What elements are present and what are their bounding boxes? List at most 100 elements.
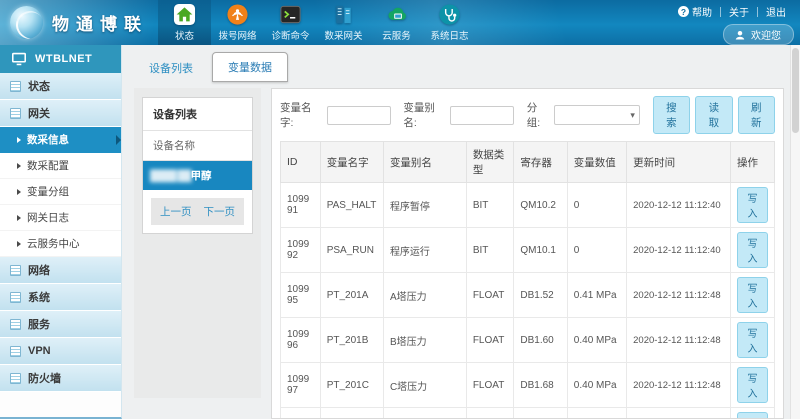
table-cell: 109998 — [281, 408, 321, 419]
monitor-icon — [11, 52, 27, 66]
sidebar-item-gateway[interactable]: 网关 — [0, 100, 121, 127]
table-cell: PT_201B — [320, 318, 383, 363]
device-name-header: 设备名称 — [143, 131, 252, 161]
sidebar-subitem-data-info[interactable]: 数采信息 — [0, 127, 121, 153]
scrollbar-thumb[interactable] — [792, 48, 799, 133]
nav-item-diagnostic-command[interactable]: 诊断命令 — [264, 0, 317, 45]
caret-right-icon — [17, 241, 21, 247]
table-cell-action: 写入 — [731, 408, 775, 419]
table-cell-action: 写入 — [731, 183, 775, 228]
nav-item-dial-network[interactable]: 拨号网络 — [211, 0, 264, 45]
write-button[interactable]: 写入 — [737, 187, 768, 223]
table-cell: 0.41 MPa — [567, 273, 626, 318]
table-cell: 0.40 MPa — [567, 408, 626, 419]
table-cell: 109997 — [281, 363, 321, 408]
table-cell: D塔压力 — [383, 408, 466, 419]
list-icon — [10, 319, 21, 330]
device-panel: 设备列表 设备名称 ████ ██甲醇 上一页 下一页 — [134, 88, 261, 398]
column-header-id: ID — [281, 142, 321, 183]
table-cell: PT_201C — [320, 363, 383, 408]
nav-item-data-gateway[interactable]: 数采网关 — [317, 0, 370, 45]
nav-item-cloud-service[interactable]: 云服务 — [370, 0, 423, 45]
table-cell: 2020-12-12 11:12:48 — [627, 318, 731, 363]
refresh-button[interactable]: 刷新 — [738, 96, 775, 134]
write-button[interactable]: 写入 — [737, 412, 768, 419]
table-cell: FLOAT — [466, 408, 514, 419]
table-row: 109995PT_201AA塔压力FLOATDB1.520.41 MPa2020… — [281, 273, 775, 318]
table-cell: FLOAT — [466, 363, 514, 408]
nav-label: 拨号网络 — [218, 28, 256, 42]
nav-label: 诊断命令 — [271, 28, 309, 42]
list-icon — [10, 81, 21, 92]
nav-label: 云服务 — [382, 28, 411, 42]
sidebar-item-firewall[interactable]: 防火墙 — [0, 365, 121, 392]
write-button[interactable]: 写入 — [737, 367, 768, 403]
device-name-redacted: ████ ██ — [150, 170, 191, 182]
table-cell: 程序暂停 — [383, 183, 466, 228]
logo: 物通博联 — [0, 0, 158, 45]
variable-alias-label: 变量别名: — [403, 100, 445, 130]
table-header-row: ID 变量名字 变量别名 数据类型 寄存器 变量数值 更新时间 操作 — [281, 142, 775, 183]
table-cell: PT_201D — [320, 408, 383, 419]
sidebar-item-service[interactable]: 服务 — [0, 311, 121, 338]
device-list-title: 设备列表 — [143, 98, 252, 131]
table-cell: PT_201A — [320, 273, 383, 318]
sidebar-item-network[interactable]: 网络 — [0, 257, 121, 284]
table-cell: 2020-12-12 11:12:48 — [627, 363, 731, 408]
variable-name-label: 变量名字: — [280, 100, 322, 130]
nav-item-status[interactable]: 状态 — [158, 0, 211, 45]
nav-label: 系统日志 — [430, 28, 468, 42]
gateway-icon — [331, 3, 356, 26]
write-button[interactable]: 写入 — [737, 277, 768, 313]
device-next-page-link[interactable]: 下一页 — [204, 204, 236, 219]
table-cell: B塔压力 — [383, 318, 466, 363]
table-cell: 109991 — [281, 183, 321, 228]
device-name-suffix: 甲醇 — [191, 170, 212, 182]
group-select[interactable]: ▾ — [554, 105, 640, 125]
caret-right-icon — [17, 163, 21, 169]
sidebar-subitem-data-config[interactable]: 数采配置 — [0, 153, 121, 179]
table-cell: 2020-12-12 11:12:40 — [627, 228, 731, 273]
device-list-item-selected[interactable]: ████ ██甲醇 — [143, 161, 252, 190]
sidebar-subitem-cloud-center[interactable]: 云服务中心 — [0, 231, 121, 257]
sidebar-item-vpn[interactable]: VPN — [0, 338, 121, 365]
table-cell-action: 写入 — [731, 318, 775, 363]
gateway-submenu: 数采信息 数采配置 变量分组 网关日志 云服务中心 — [0, 127, 121, 257]
variable-alias-input[interactable] — [450, 106, 514, 125]
top-header: 物通博联 状态 拨号网络 诊断命令 数采网关 云服务 系统日志 ?帮助 — [0, 0, 800, 45]
write-button[interactable]: 写入 — [737, 232, 768, 268]
help-icon: ? — [678, 6, 689, 17]
table-cell: 109995 — [281, 273, 321, 318]
sidebar-item-system[interactable]: 系统 — [0, 284, 121, 311]
variable-name-input[interactable] — [327, 106, 391, 125]
write-button[interactable]: 写入 — [737, 322, 768, 358]
terminal-icon — [278, 3, 303, 26]
table-cell: QM10.1 — [514, 228, 567, 273]
device-prev-page-link[interactable]: 上一页 — [160, 204, 192, 219]
nav-item-system-log[interactable]: 系统日志 — [423, 0, 476, 45]
sidebar-subitem-variable-group[interactable]: 变量分组 — [0, 179, 121, 205]
top-links: ?帮助 关于 退出 — [670, 3, 794, 20]
welcome-user-button[interactable]: 欢迎您 — [723, 24, 794, 45]
table-cell: 109992 — [281, 228, 321, 273]
table-cell: 0 — [567, 183, 626, 228]
sidebar-item-status[interactable]: 状态 — [0, 73, 121, 100]
syslog-icon — [437, 3, 462, 26]
table-row: 109996PT_201BB塔压力FLOATDB1.600.40 MPa2020… — [281, 318, 775, 363]
tab-device-list[interactable]: 设备列表 — [134, 54, 208, 82]
caret-right-icon — [17, 137, 21, 143]
table-row: 109997PT_201CC塔压力FLOATDB1.680.40 MPa2020… — [281, 363, 775, 408]
tab-variable-data[interactable]: 变量数据 — [212, 52, 288, 82]
page-scrollbar[interactable] — [790, 45, 800, 419]
search-button[interactable]: 搜索 — [653, 96, 690, 134]
about-link[interactable]: 关于 — [721, 3, 757, 20]
sidebar-subitem-gateway-log[interactable]: 网关日志 — [0, 205, 121, 231]
help-link[interactable]: ?帮助 — [670, 3, 720, 20]
nav-label: 状态 — [175, 28, 194, 42]
logout-link[interactable]: 退出 — [758, 3, 794, 20]
read-button[interactable]: 读取 — [695, 96, 732, 134]
cloud-icon — [384, 3, 409, 26]
top-nav: 状态 拨号网络 诊断命令 数采网关 云服务 系统日志 — [158, 0, 476, 45]
filter-bar: 变量名字: 变量别名: 分组: ▾ 搜索 读取 刷新 — [272, 89, 783, 141]
table-cell: C塔压力 — [383, 363, 466, 408]
